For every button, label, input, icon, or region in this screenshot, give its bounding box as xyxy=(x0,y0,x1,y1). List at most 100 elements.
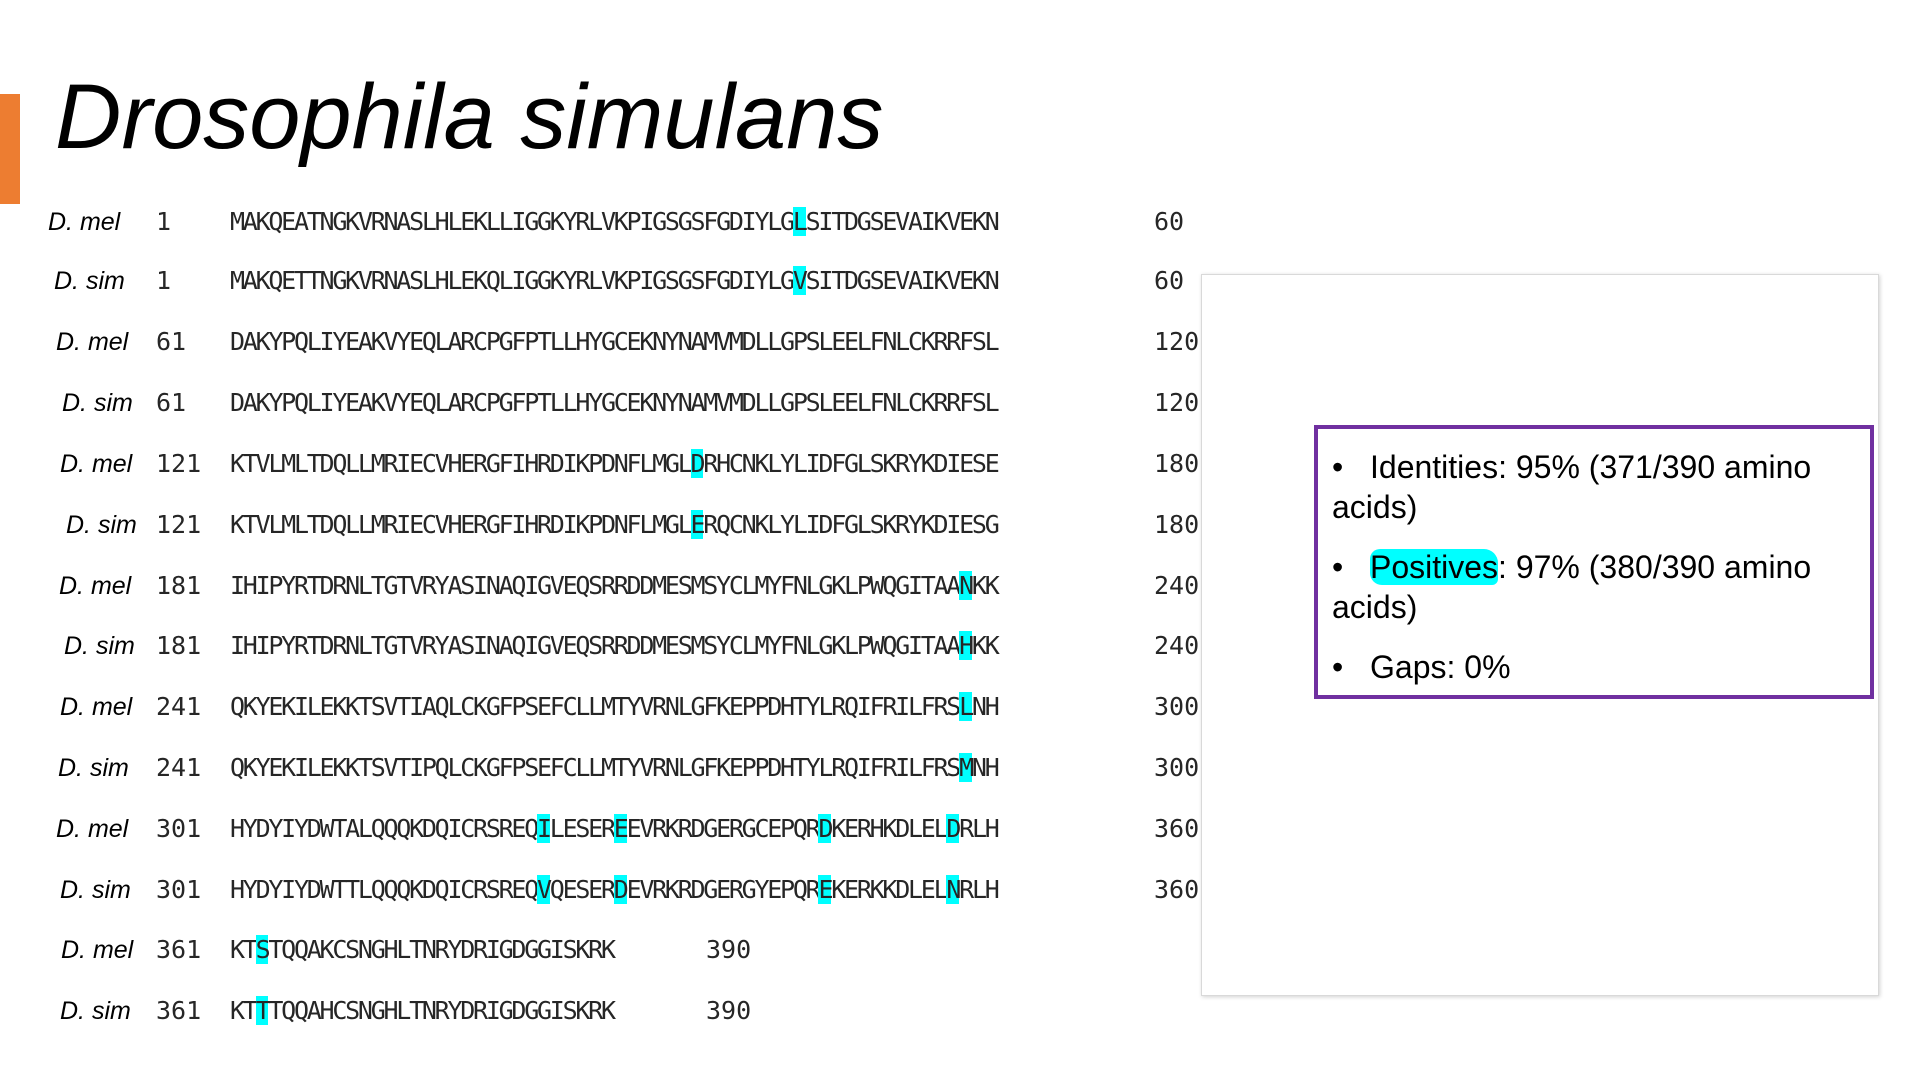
highlighted-residue: L xyxy=(959,692,974,721)
sequence-segment: KERHKDLEL xyxy=(831,814,948,843)
start-position: 301 xyxy=(156,814,202,843)
sequence-segment: HYDYIYDWTALQQQKDQICRSREQ xyxy=(230,814,539,843)
sequence: IHIPYRTDRNLTGTVRYASINAQIGVEQSRRDDMESMSYC… xyxy=(230,626,1000,666)
start-position: 61 xyxy=(156,388,187,417)
sequence: KTTTQQAHCSNGHLTNRYDRIGDGGISKRK xyxy=(230,991,616,1031)
sequence-segment: KERKKDLEL xyxy=(831,875,948,904)
species-label: D. sim xyxy=(66,511,137,539)
sequence-segment: SITDGSEVAIKVEKN xyxy=(805,207,1000,236)
start-position: 121 xyxy=(156,510,202,539)
highlighted-residue: L xyxy=(792,207,808,236)
end-position: 240 xyxy=(1154,571,1200,600)
sequence-segment: RLH xyxy=(959,875,1000,904)
highlighted-residue: I xyxy=(537,814,552,843)
sequence-segment: TQQAHCSNGHLTNRYDRIGDGGISKRK xyxy=(268,996,616,1025)
stat-identities: • Identities: 95% (371/390 amino acids) xyxy=(1332,447,1856,527)
highlighted-residue: V xyxy=(792,266,808,295)
end-position: 300 xyxy=(1154,692,1200,721)
species-label: D. mel xyxy=(56,815,129,843)
species-label: D. sim xyxy=(60,997,131,1025)
species-label: D. sim xyxy=(60,876,131,904)
sequence-segment: NH xyxy=(971,692,1000,721)
sequence-segment: RHCNKLYLIDFGLSKRYKDIESE xyxy=(703,449,999,478)
species-label: D. mel xyxy=(60,450,133,478)
sequence-segment: QKYEKILEKKTSVTIPQLCKGFPSEFCLLMTYVRNLGFKE… xyxy=(230,753,961,782)
start-position: 181 xyxy=(156,631,202,660)
end-position: 120 xyxy=(1154,327,1200,356)
sequence: HYDYIYDWTALQQQKDQICRSREQILESEREEVRKRDGER… xyxy=(230,809,1000,849)
sequence-segment: EVRKRDGERGYEPQR xyxy=(626,875,821,904)
stats-list: • Identities: 95% (371/390 amino acids) •… xyxy=(1332,447,1856,687)
stats-box: • Identities: 95% (371/390 amino acids) •… xyxy=(1314,425,1874,699)
sequence: QKYEKILEKKTSVTIAQLCKGFPSEFCLLMTYVRNLGFKE… xyxy=(230,687,1000,727)
sequence-segment: LESER xyxy=(549,814,616,843)
species-label: D. sim xyxy=(54,267,125,295)
highlighted-residue: S xyxy=(255,935,271,964)
sequence-segment: DAKYPQLIYEAKVYEQLARCPGFPTLLHYGCEKNYNAMVM… xyxy=(230,388,1000,417)
start-position: 61 xyxy=(156,327,187,356)
highlighted-residue: D xyxy=(818,814,833,843)
sequence-segment: KK xyxy=(971,631,1000,660)
stat-label: Identities xyxy=(1370,449,1499,485)
start-position: 241 xyxy=(156,753,202,782)
sequence-segment: TQQAKCSNGHLTNRYDRIGDGGISKRK xyxy=(268,935,616,964)
highlighted-residue: M xyxy=(959,753,974,782)
end-position: 180 xyxy=(1154,510,1200,539)
start-position: 301 xyxy=(156,875,202,904)
start-position: 241 xyxy=(156,692,202,721)
species-label: D. mel xyxy=(61,936,134,964)
stat-value: : 0% xyxy=(1446,649,1511,685)
sequence: MAKQETTNGKVRNASLHLEKQLIGGKYRLVKPIGSGSFGD… xyxy=(230,261,1000,301)
start-position: 361 xyxy=(156,996,202,1025)
start-position: 1 xyxy=(156,207,172,236)
sequence-segment: MAKQETTNGKVRNASLHLEKQLIGGKYRLVKPIGSGSFGD… xyxy=(230,266,795,295)
end-position: 120 xyxy=(1154,388,1200,417)
species-label: D. mel xyxy=(59,572,132,600)
sequence-segment: MAKQEATNGKVRNASLHLEKLLIGGKYRLVKPIGSGSFGD… xyxy=(230,207,795,236)
bullet-icon: • xyxy=(1332,649,1344,685)
sequence: KTVLMLTDQLLMRIECVHERGFIHRDIKPDNFLMGLERQC… xyxy=(230,505,1000,545)
sequence-segment: KTVLMLTDQLLMRIECVHERGFIHRDIKPDNFLMGL xyxy=(230,510,693,539)
sequence-segment: NH xyxy=(971,753,1000,782)
highlighted-residue: H xyxy=(959,631,974,660)
sequence: KTSTQQAKCSNGHLTNRYDRIGDGGISKRK xyxy=(230,930,616,970)
stat-gaps: • Gaps: 0% xyxy=(1332,647,1856,687)
bullet-icon: • xyxy=(1332,549,1344,585)
start-position: 181 xyxy=(156,571,202,600)
end-position: 390 xyxy=(706,996,752,1025)
sequence: DAKYPQLIYEAKVYEQLARCPGFPTLLHYGCEKNYNAMVM… xyxy=(230,383,1000,423)
end-position: 300 xyxy=(1154,753,1200,782)
species-label: D. sim xyxy=(64,632,135,660)
sequence-segment: IHIPYRTDRNLTGTVRYASINAQIGVEQSRRDDMESMSYC… xyxy=(230,631,961,660)
highlighted-residue: D xyxy=(946,814,961,843)
sequence-segment: RLH xyxy=(959,814,1000,843)
highlighted-residue: N xyxy=(946,875,961,904)
sequence-segment: HYDYIYDWTTLQQQKDQICRSREQ xyxy=(230,875,539,904)
bullet-icon: • xyxy=(1332,449,1344,485)
sequence-segment: KT xyxy=(230,996,258,1025)
highlighted-residue: D xyxy=(690,449,706,478)
sequence-segment: QKYEKILEKKTSVTIAQLCKGFPSEFCLLMTYVRNLGFKE… xyxy=(230,692,961,721)
sequence: MAKQEATNGKVRNASLHLEKLLIGGKYRLVKPIGSGSFGD… xyxy=(230,202,1000,242)
highlighted-residue: E xyxy=(613,814,629,843)
species-label: D. mel xyxy=(60,693,133,721)
highlighted-residue: D xyxy=(613,875,629,904)
species-label: D. mel xyxy=(48,208,121,236)
end-position: 240 xyxy=(1154,631,1200,660)
sequence-segment: RQCNKLYLIDFGLSKRYKDIESG xyxy=(703,510,999,539)
sequence-segment: IHIPYRTDRNLTGTVRYASINAQIGVEQSRRDDMESMSYC… xyxy=(230,571,961,600)
sequence: QKYEKILEKKTSVTIPQLCKGFPSEFCLLMTYVRNLGFKE… xyxy=(230,748,1000,788)
sequence-segment: SITDGSEVAIKVEKN xyxy=(805,266,1000,295)
sequence: HYDYIYDWTTLQQQKDQICRSREQVQESERDEVRKRDGER… xyxy=(230,870,1000,910)
highlighted-residue: T xyxy=(255,996,271,1025)
sequence-segment: KTVLMLTDQLLMRIECVHERGFIHRDIKPDNFLMGL xyxy=(230,449,693,478)
end-position: 360 xyxy=(1154,814,1200,843)
highlighted-residue: E xyxy=(690,510,706,539)
stat-label: Positives xyxy=(1370,549,1499,585)
highlighted-residue: E xyxy=(818,875,833,904)
sequence-segment: EVRKRDGERGCEPQR xyxy=(626,814,821,843)
stat-label: Gaps xyxy=(1370,649,1447,685)
sequence-segment: DAKYPQLIYEAKVYEQLARCPGFPTLLHYGCEKNYNAMVM… xyxy=(230,327,1000,356)
end-position: 180 xyxy=(1154,449,1200,478)
highlighted-residue: N xyxy=(959,571,974,600)
